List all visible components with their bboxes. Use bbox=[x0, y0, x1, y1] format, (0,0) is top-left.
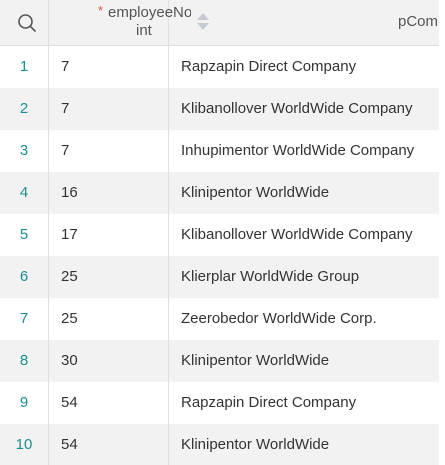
cell-pcompanyname[interactable]: Klinipentor WorldWide bbox=[169, 172, 439, 214]
table-row[interactable]: 8 30 Klinipentor WorldWide bbox=[0, 340, 439, 382]
row-number: 1 bbox=[0, 46, 49, 88]
cell-pcompanyname[interactable]: Rapzapin Direct Company bbox=[169, 382, 439, 424]
cell-pcompanyname[interactable]: Klinipentor WorldWide bbox=[169, 340, 439, 382]
row-number: 2 bbox=[0, 88, 49, 130]
cell-employeeno[interactable]: 16 bbox=[49, 172, 169, 214]
required-marker: * bbox=[98, 3, 104, 18]
table-row[interactable]: 6 25 Klierplar WorldWide Group bbox=[0, 256, 439, 298]
column-name: pCompanyName bbox=[398, 13, 439, 30]
table-row[interactable]: 9 54 Rapzapin Direct Company bbox=[0, 382, 439, 424]
grid-body: 1 7 Rapzapin Direct Company 2 7 Klibanol… bbox=[0, 46, 439, 465]
table-row[interactable]: 5 17 Klibanollover WorldWide Company bbox=[0, 214, 439, 256]
table-row[interactable]: 2 7 Klibanollover WorldWide Company bbox=[0, 88, 439, 130]
data-grid: * employeeNo int pCompanyName 1 7 Rapzap… bbox=[0, 0, 439, 465]
table-row[interactable]: 3 7 Inhupimentor WorldWide Company bbox=[0, 130, 439, 172]
cell-employeeno[interactable]: 30 bbox=[49, 340, 169, 382]
row-number: 4 bbox=[0, 172, 49, 214]
cell-employeeno[interactable]: 54 bbox=[49, 382, 169, 424]
column-header-pcompanyname[interactable]: pCompanyName bbox=[169, 0, 439, 46]
row-number: 6 bbox=[0, 256, 49, 298]
cell-employeeno[interactable]: 7 bbox=[49, 88, 169, 130]
row-number: 8 bbox=[0, 340, 49, 382]
cell-employeeno[interactable]: 17 bbox=[49, 214, 169, 256]
table-row[interactable]: 1 7 Rapzapin Direct Company bbox=[0, 46, 439, 88]
search-header-cell[interactable] bbox=[0, 0, 49, 46]
table-row[interactable]: 7 25 Zeerobedor WorldWide Corp. bbox=[0, 298, 439, 340]
cell-employeeno[interactable]: 54 bbox=[49, 424, 169, 465]
table-row[interactable]: 4 16 Klinipentor WorldWide bbox=[0, 172, 439, 214]
table-row[interactable]: 10 54 Klinipentor WorldWide bbox=[0, 424, 439, 465]
row-number: 9 bbox=[0, 382, 49, 424]
row-number: 3 bbox=[0, 130, 49, 172]
column-header-employeeno[interactable]: * employeeNo int bbox=[49, 0, 209, 46]
cell-pcompanyname[interactable]: Klibanollover WorldWide Company bbox=[169, 214, 439, 256]
row-number: 5 bbox=[0, 214, 49, 256]
cell-pcompanyname[interactable]: Klinipentor WorldWide bbox=[169, 424, 439, 465]
cell-pcompanyname[interactable]: Klierplar WorldWide Group bbox=[169, 256, 439, 298]
cell-pcompanyname[interactable]: Zeerobedor WorldWide Corp. bbox=[169, 298, 439, 340]
cell-employeeno[interactable]: 7 bbox=[49, 130, 169, 172]
row-number: 7 bbox=[0, 298, 49, 340]
cell-pcompanyname[interactable]: Inhupimentor WorldWide Company bbox=[169, 130, 439, 172]
grid-header: * employeeNo int pCompanyName bbox=[0, 0, 439, 46]
cell-employeeno[interactable]: 7 bbox=[49, 46, 169, 88]
cell-employeeno[interactable]: 25 bbox=[49, 256, 169, 298]
cell-pcompanyname[interactable]: Klibanollover WorldWide Company bbox=[169, 88, 439, 130]
cell-pcompanyname[interactable]: Rapzapin Direct Company bbox=[169, 46, 439, 88]
cell-employeeno[interactable]: 25 bbox=[49, 298, 169, 340]
row-number: 10 bbox=[0, 424, 49, 465]
search-icon[interactable] bbox=[17, 13, 37, 33]
